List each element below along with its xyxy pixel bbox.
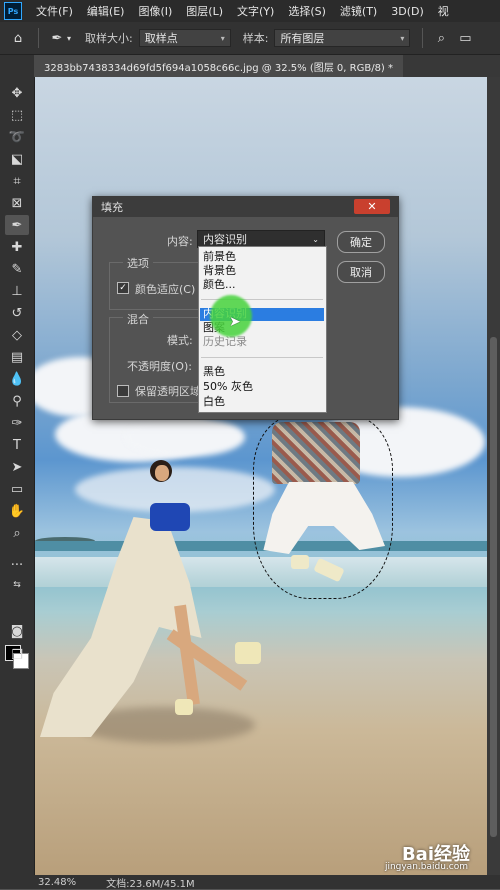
rectangle-tool-icon[interactable]: ▭ [5,479,29,499]
option-color[interactable]: 颜色... [203,278,236,292]
option-foreground-color[interactable]: 前景色 [203,250,236,264]
clone-stamp-tool-icon[interactable]: ⊥ [5,281,29,301]
sample-size-select[interactable]: 取样点 ▾ [138,29,231,47]
zoom-level[interactable]: 32.48% [38,877,76,888]
sample-label: 样本: [242,32,269,45]
healing-brush-tool-icon[interactable]: ✚ [5,237,29,257]
dodge-tool-icon[interactable]: ⚲ [5,391,29,411]
mouse-cursor-icon: ➤ [229,314,241,330]
menu-image[interactable]: 图像(I) [138,3,172,19]
history-brush-tool-icon[interactable]: ↺ [5,303,29,323]
marquee-tool-icon[interactable]: ⬚ [5,105,29,125]
close-button[interactable]: ✕ [354,199,390,214]
more-tools-icon[interactable]: ··· [5,555,29,575]
sample-size-label: 取样大小: [85,32,133,45]
pen-tool-icon[interactable]: ✑ [5,413,29,433]
search-icon[interactable]: ⌕ [433,30,449,46]
document-tab-bar: 3283bb7438334d69fd5f694a1058c66c.jpg @ 3… [34,55,500,77]
options-bar: ⌂ ✒ ▾ 取样大小: 取样点 ▾ 样本: 所有图层 ▾ ⌕ ▭ [0,22,500,55]
preserve-transparency-checkbox[interactable] [117,385,129,397]
workspace-icon[interactable]: ▭ [457,30,473,46]
bride-shoe [235,642,261,664]
chevron-down-icon[interactable]: ▾ [65,30,73,46]
eyedropper-icon[interactable]: ✒ [49,30,65,46]
document-tab[interactable]: 3283bb7438334d69fd5f694a1058c66c.jpg @ 3… [34,55,404,77]
divider [38,28,39,48]
status-bar: 32.48% 文档:23.6M/45.1M [0,875,500,890]
home-icon[interactable]: ⌂ [10,30,26,46]
bride-top [150,503,190,531]
sample-value: 所有图层 [280,32,325,45]
menu-3d[interactable]: 3D(D) [391,5,424,18]
lasso-tool-icon[interactable]: ➰ [5,127,29,147]
menu-bar: Ps 文件(F) 编辑(E) 图像(I) 图层(L) 文字(Y) 选择(S) 滤… [0,0,500,22]
vertical-scrollbar[interactable] [487,77,500,875]
color-adapt-label: 颜色适应(C) [135,283,196,296]
bride-face [155,465,169,481]
dialog-title: 填充 [101,201,123,214]
dialog-titlebar[interactable]: 填充 ✕ [93,197,398,217]
ok-button[interactable]: 确定 [337,231,385,253]
cloud [125,417,245,457]
frame-tool-icon[interactable]: ⊠ [5,193,29,213]
photoshop-logo-icon[interactable]: Ps [4,2,22,20]
document-size: 文档:23.6M/45.1M [106,878,195,890]
quick-select-tool-icon[interactable]: ⬕ [5,149,29,169]
sample-size-value: 取样点 [144,32,178,45]
quick-mask-icon[interactable]: ◙ [5,621,29,641]
menu-view[interactable]: 视 [438,3,449,19]
chevron-down-icon: ▾ [400,33,405,43]
gradient-tool-icon[interactable]: ▤ [5,347,29,367]
hand-tool-icon[interactable]: ✋ [5,501,29,521]
divider [201,357,323,358]
menu-select[interactable]: 选择(S) [288,3,326,19]
sample-select[interactable]: 所有图层 ▾ [274,29,411,47]
menu-type[interactable]: 文字(Y) [237,3,274,19]
mode-label: 模式: [167,334,193,347]
blend-heading: 混合 [123,311,153,327]
chevron-down-icon: ▾ [220,33,225,43]
options-heading: 选项 [123,255,153,271]
type-tool-icon[interactable]: T [5,435,29,455]
option-background-color[interactable]: 背景色 [203,264,236,278]
zoom-tool-icon[interactable]: ⌕ [5,523,29,543]
swap-colors-icon[interactable]: ⇆ [5,575,29,595]
blur-tool-icon[interactable]: 💧 [5,369,29,389]
menu-edit[interactable]: 编辑(E) [87,3,125,19]
crop-tool-icon[interactable]: ⌗ [5,171,29,191]
bride-shoe [175,699,193,715]
option-black[interactable]: 黑色 [203,365,225,379]
watermark-url: jingyan.baidu.com [384,862,468,872]
chevron-down-icon: ⌄ [312,234,319,244]
option-white[interactable]: 白色 [203,395,225,409]
menu-layer[interactable]: 图层(L) [186,3,223,19]
marching-ants-selection[interactable] [253,415,393,599]
opacity-label: 不透明度(O): [127,360,192,373]
eyedropper-tool-icon[interactable]: ✒ [5,215,29,235]
divider [422,28,424,48]
menu-filter[interactable]: 滤镜(T) [340,3,377,19]
preserve-transparency-label: 保留透明区域 [135,385,201,398]
content-value: 内容识别 [203,233,247,246]
eraser-tool-icon[interactable]: ◇ [5,325,29,345]
move-tool-icon[interactable]: ✥ [5,83,29,103]
color-adapt-checkbox[interactable]: ✓ [117,282,129,294]
menu-file[interactable]: 文件(F) [36,3,73,19]
screen-mode-icon[interactable]: ❐ [5,645,29,665]
path-select-tool-icon[interactable]: ➤ [5,457,29,477]
option-history[interactable]: 历史记录 [203,335,247,349]
cancel-button[interactable]: 取消 [337,261,385,283]
scrollbar-thumb[interactable] [490,337,497,837]
option-50-gray[interactable]: 50% 灰色 [203,380,253,394]
tools-panel: ✥ ⬚ ➰ ⬕ ⌗ ⊠ ✒ ✚ ✎ ⊥ ↺ ◇ ▤ 💧 ⚲ ✑ T ➤ ▭ ✋ … [0,55,35,875]
brush-tool-icon[interactable]: ✎ [5,259,29,279]
content-label: 内容: [167,235,193,248]
